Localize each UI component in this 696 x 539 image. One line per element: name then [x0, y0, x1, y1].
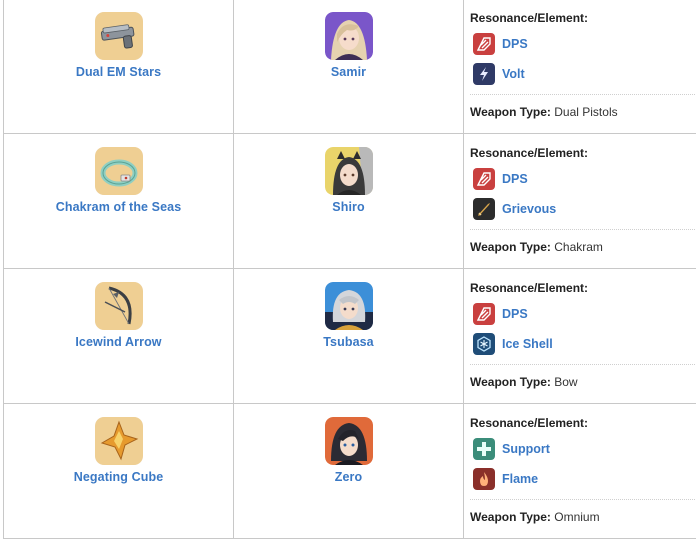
resonance-text: DPS — [502, 172, 528, 186]
info-cell: Resonance/Element: DPS Ice Shell Weapon … — [464, 269, 696, 404]
divider — [470, 364, 696, 365]
divider — [470, 499, 696, 500]
dual-pistols-icon[interactable] — [95, 12, 143, 60]
character-link[interactable]: Shiro — [234, 200, 463, 214]
resonance-text: Flame — [502, 472, 538, 486]
weapon-type: Weapon Type: Dual Pistols — [470, 105, 696, 119]
ice-shell-icon — [473, 333, 495, 355]
weapon-type-value: Dual Pistols — [554, 105, 617, 119]
resonance-item[interactable]: DPS — [473, 164, 696, 194]
dps-icon — [473, 168, 495, 190]
resonance-item[interactable]: DPS — [473, 29, 696, 59]
divider — [470, 229, 696, 230]
zero-avatar[interactable] — [325, 417, 373, 465]
weapon-type-value: Bow — [554, 375, 577, 389]
weapon-cell: Icewind Arrow — [4, 269, 234, 404]
info-cell: Resonance/Element: DPS Grievous Weapon T… — [464, 134, 696, 269]
resonance-item[interactable]: DPS — [473, 299, 696, 329]
weapon-type: Weapon Type: Bow — [470, 375, 696, 389]
resonance-item[interactable]: Ice Shell — [473, 329, 696, 359]
volt-icon — [473, 63, 495, 85]
resonance-label: Resonance/Element: — [470, 146, 696, 160]
resonance-label: Resonance/Element: — [470, 281, 696, 295]
character-cell: Zero — [234, 404, 464, 539]
resonance-item[interactable]: Grievous — [473, 194, 696, 224]
divider — [470, 94, 696, 95]
bow-icon[interactable] — [95, 282, 143, 330]
weapon-link[interactable]: Chakram of the Seas — [4, 200, 233, 214]
weapon-cell: Chakram of the Seas — [4, 134, 234, 269]
support-icon — [473, 438, 495, 460]
table-row: Icewind Arrow Tsubasa Resonance/Element: — [4, 269, 696, 404]
character-link[interactable]: Samir — [234, 65, 463, 79]
weapon-type: Weapon Type: Omnium — [470, 510, 696, 524]
weapons-table: Dual EM Stars Samir Resonance/Element: — [3, 0, 696, 539]
resonance-item[interactable]: Flame — [473, 464, 696, 494]
character-cell: Samir — [234, 0, 464, 134]
weapon-type-value: Chakram — [554, 240, 603, 254]
weapon-type-label: Weapon Type: — [470, 105, 551, 119]
weapon-type-value: Omnium — [554, 510, 599, 524]
tsubasa-avatar[interactable] — [325, 282, 373, 330]
resonance-item[interactable]: Volt — [473, 59, 696, 89]
resonance-label: Resonance/Element: — [470, 416, 696, 430]
resonance-text: Grievous — [502, 202, 556, 216]
dps-icon — [473, 303, 495, 325]
resonance-text: Support — [502, 442, 550, 456]
flame-icon — [473, 468, 495, 490]
weapon-type-label: Weapon Type: — [470, 375, 551, 389]
character-cell: Shiro — [234, 134, 464, 269]
dps-icon — [473, 33, 495, 55]
weapon-cell: Dual EM Stars — [4, 0, 234, 134]
weapon-type-label: Weapon Type: — [470, 240, 551, 254]
samir-avatar[interactable] — [325, 12, 373, 60]
shiro-avatar[interactable] — [325, 147, 373, 195]
character-link[interactable]: Zero — [234, 470, 463, 484]
resonance-text: DPS — [502, 307, 528, 321]
info-cell: Resonance/Element: DPS Volt Weapon Type:… — [464, 0, 696, 134]
table-row: Dual EM Stars Samir Resonance/Element: — [4, 0, 696, 134]
table-row: Chakram of the Seas Shiro Resonance/Elem… — [4, 134, 696, 269]
character-cell: Tsubasa — [234, 269, 464, 404]
weapon-link[interactable]: Negating Cube — [4, 470, 233, 484]
character-link[interactable]: Tsubasa — [234, 335, 463, 349]
table-row: Negating Cube Zero Resonance/Element: — [4, 404, 696, 539]
cube-icon[interactable] — [95, 417, 143, 465]
resonance-text: Volt — [502, 67, 525, 81]
weapon-link[interactable]: Dual EM Stars — [4, 65, 233, 79]
chakram-icon[interactable] — [95, 147, 143, 195]
weapon-cell: Negating Cube — [4, 404, 234, 539]
resonance-item[interactable]: Support — [473, 434, 696, 464]
resonance-text: Ice Shell — [502, 337, 553, 351]
weapon-type: Weapon Type: Chakram — [470, 240, 696, 254]
info-cell: Resonance/Element: Support Flame Weapon … — [464, 404, 696, 539]
grievous-icon — [473, 198, 495, 220]
weapon-type-label: Weapon Type: — [470, 510, 551, 524]
resonance-text: DPS — [502, 37, 528, 51]
weapon-link[interactable]: Icewind Arrow — [4, 335, 233, 349]
resonance-label: Resonance/Element: — [470, 11, 696, 25]
